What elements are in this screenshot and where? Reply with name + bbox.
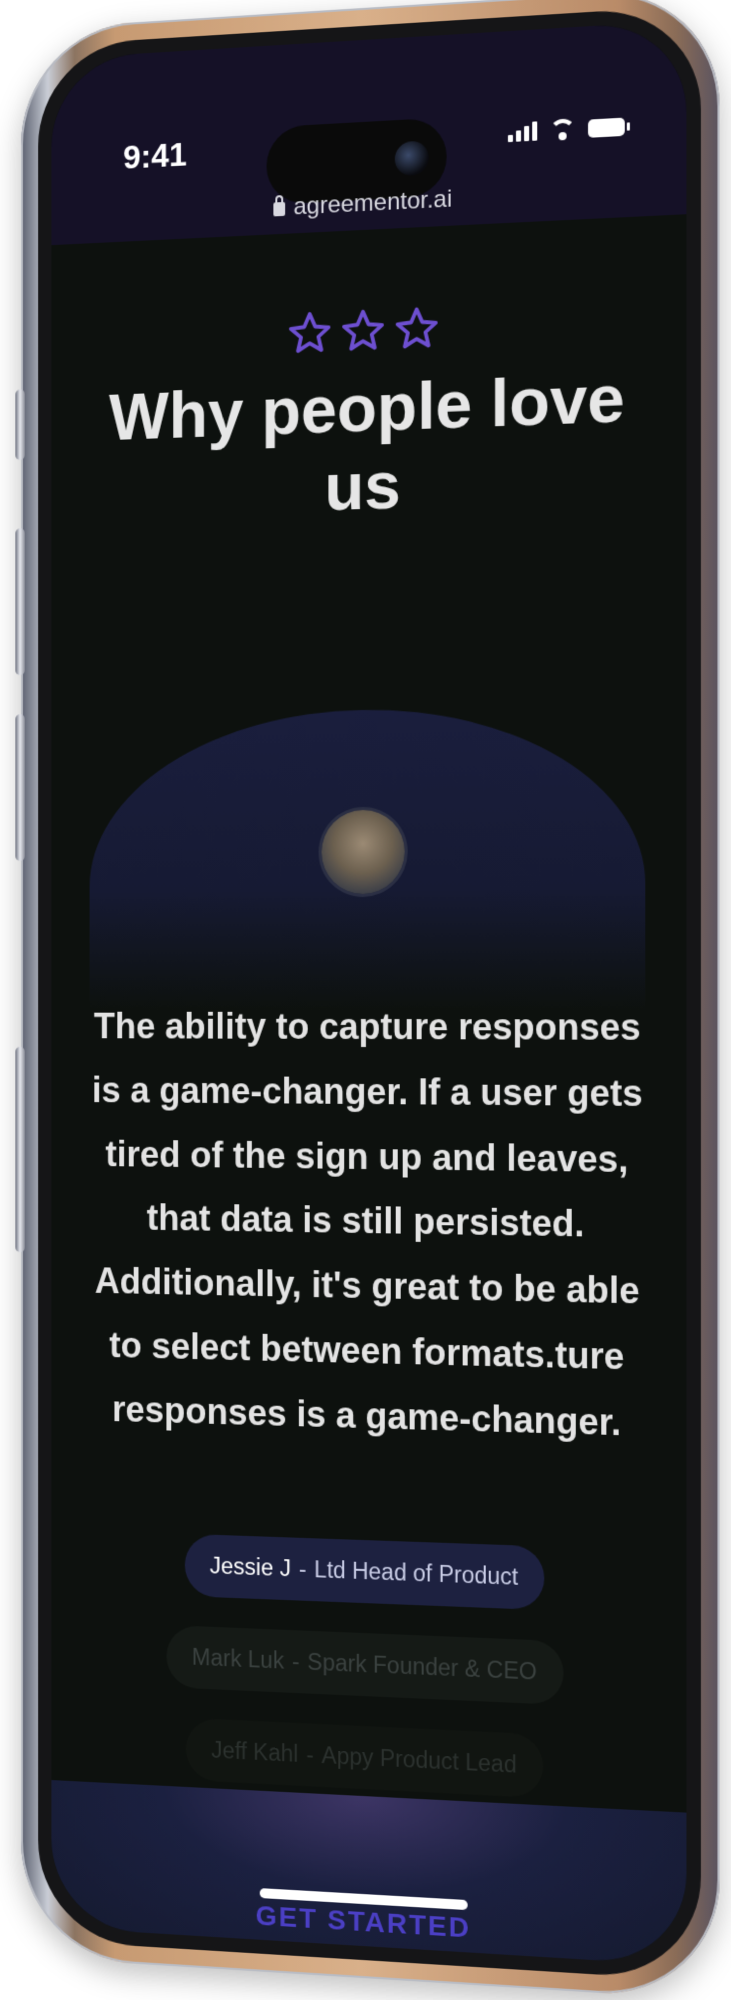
star-icon [342, 309, 383, 351]
lock-icon [273, 201, 286, 217]
rating-stars [51, 294, 686, 367]
testimonial-quote: The ability to capture responses is a ga… [91, 1005, 643, 1444]
battery-icon [588, 117, 625, 138]
section-heading: Why people love us [108, 360, 625, 525]
camera-icon [394, 140, 429, 177]
volume-down-button [15, 714, 25, 861]
status-icons [507, 116, 625, 143]
phone-frame: 9:41 agreementor.ai Why people love us T… [15, 0, 720, 2000]
testimonial-tab-jeff[interactable]: Jeff Kahl - Appy Product Lead [186, 1717, 544, 1799]
volume-up-button [15, 528, 25, 676]
power-button [15, 1046, 25, 1253]
person-name: Jeff Kahl [211, 1736, 299, 1767]
phone-bezel: 9:41 agreementor.ai Why people love us T… [38, 5, 701, 1981]
separator: - [306, 1741, 314, 1768]
testimonial-selector: Jessie J - Ltd Head of Product Mark Luk - Sp… [51, 1529, 686, 1805]
status-time: 9:41 [123, 135, 187, 176]
person-name: Mark Luk [191, 1643, 285, 1674]
browser-header: 9:41 agreementor.ai [51, 20, 687, 246]
footer-cta-area: GET STARTED [51, 1780, 687, 1966]
person-name: Jessie J [209, 1552, 291, 1582]
person-role: Appy Product Lead [321, 1742, 517, 1778]
star-icon [287, 309, 332, 357]
wifi-icon [549, 118, 575, 140]
person-role: Spark Founder & CEO [307, 1648, 537, 1685]
testimonial-tab-jessie[interactable]: Jessie J - Ltd Head of Product [184, 1533, 545, 1611]
testimonial-tab-mark[interactable]: Mark Luk - Spark Founder & CEO [166, 1624, 564, 1706]
cellular-signal-icon [507, 121, 538, 143]
phone-screen: 9:41 agreementor.ai Why people love us T… [51, 20, 687, 1966]
action-button [15, 389, 25, 461]
avatar [321, 809, 405, 895]
separator: - [298, 1555, 307, 1582]
star-icon [393, 305, 439, 353]
separator: - [291, 1648, 300, 1675]
person-role: Ltd Head of Product [314, 1556, 519, 1590]
